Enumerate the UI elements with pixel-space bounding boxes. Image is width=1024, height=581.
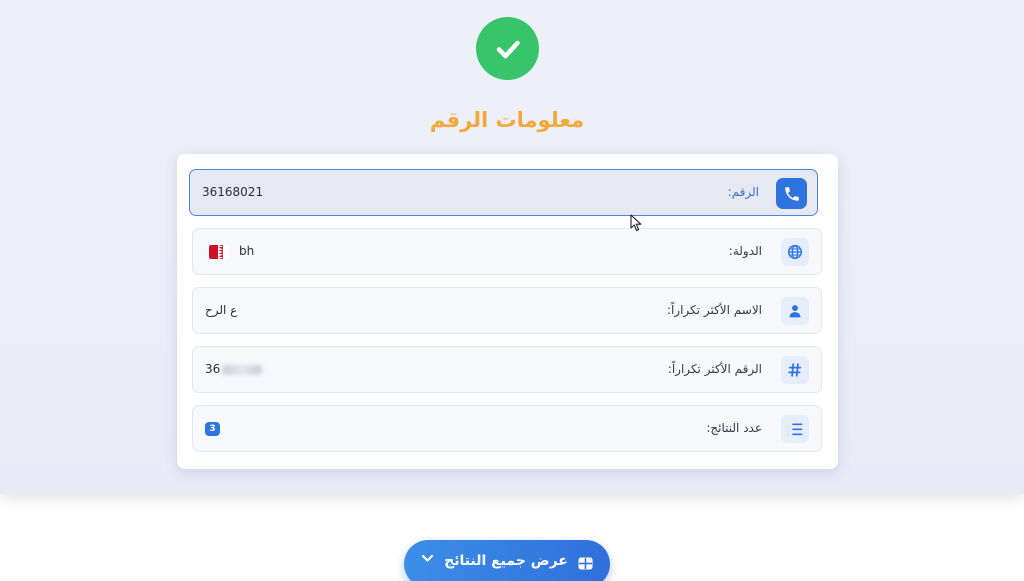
table-icon — [578, 555, 593, 574]
info-row-top-name[interactable]: الاسم الأكثر تكراراً: ع الرح — [192, 287, 822, 334]
number-label: الرقم: — [727, 185, 759, 199]
top-name-value: ع الرح — [205, 303, 238, 317]
number-value: 36168021 — [202, 185, 264, 199]
show-all-label: عرض جميع النتائج — [444, 553, 568, 569]
top-section: معلومات الرقم الرقم: 36168021 الدولة: bh… — [0, 0, 1024, 494]
top-number-label: الرقم الأكثر تكراراً: — [667, 362, 762, 376]
top-name-label: الاسم الأكثر تكراراً: — [666, 303, 762, 317]
info-row-country[interactable]: الدولة: bh — [192, 228, 822, 275]
country-label: الدولة: — [728, 244, 762, 258]
page-title: معلومات الرقم — [429, 108, 585, 132]
user-icon — [781, 297, 809, 325]
list-icon: 1 2 3 — [781, 415, 809, 443]
results-count-badge: 3 — [205, 422, 220, 436]
globe-icon — [781, 238, 809, 266]
hash-icon — [781, 356, 809, 384]
blurred-digits — [222, 364, 263, 375]
svg-text:1: 1 — [787, 422, 788, 428]
chevron-down-icon — [421, 550, 434, 569]
info-row-number[interactable]: الرقم: 36168021 — [189, 169, 818, 216]
top-number-value: 36 — [205, 362, 263, 376]
show-all-results-button[interactable]: عرض جميع النتائج — [404, 540, 610, 581]
bahrain-flag-icon — [209, 245, 229, 259]
svg-text:2: 2 — [787, 427, 788, 433]
country-value: bh — [239, 244, 255, 258]
mouse-cursor-icon — [630, 214, 642, 232]
phone-icon — [776, 178, 807, 209]
info-row-results-count[interactable]: 1 2 3 عدد النتائج: 3 — [192, 405, 822, 452]
results-count-label: عدد النتائج: — [706, 421, 762, 435]
top-number-visible-digits: 36 — [205, 362, 221, 376]
success-check-icon — [476, 17, 539, 80]
info-row-top-number[interactable]: الرقم الأكثر تكراراً: 36 — [192, 346, 822, 393]
svg-text:3: 3 — [787, 432, 788, 437]
number-info-card: الرقم: 36168021 الدولة: bh الاسم الأكثر … — [177, 154, 838, 469]
